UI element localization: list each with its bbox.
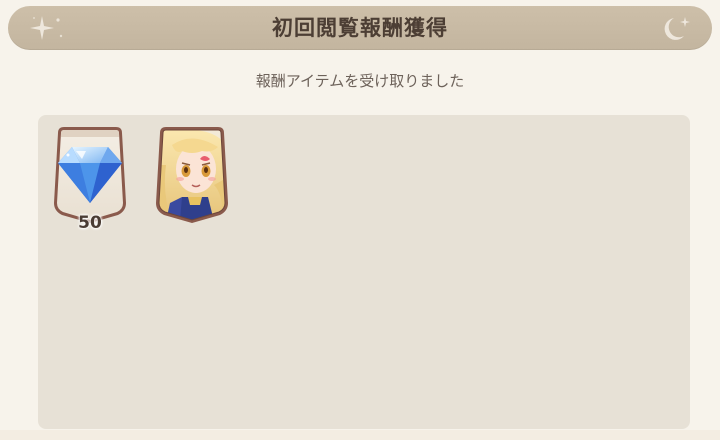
blue-diamond-icon: [54, 127, 126, 223]
dialog-header: 初回閲覧報酬獲得: [8, 6, 712, 50]
reward-received-message: 報酬アイテムを受け取りました: [255, 72, 465, 90]
reward-item-gem[interactable]: 50: [50, 125, 130, 233]
character-portrait-icon: [156, 127, 228, 223]
dialog-title: 初回閲覧報酬獲得: [272, 16, 448, 40]
item-count: 50: [78, 213, 102, 233]
reward-item-character[interactable]: [152, 125, 232, 225]
reward-dialog: 初回閲覧報酬獲得 報酬アイテムを受け取りました 50: [0, 0, 720, 440]
reward-items-panel: 50: [38, 115, 690, 429]
crescent-moon-star-icon: [664, 17, 690, 40]
dialog-bottom-strip: [0, 430, 720, 440]
